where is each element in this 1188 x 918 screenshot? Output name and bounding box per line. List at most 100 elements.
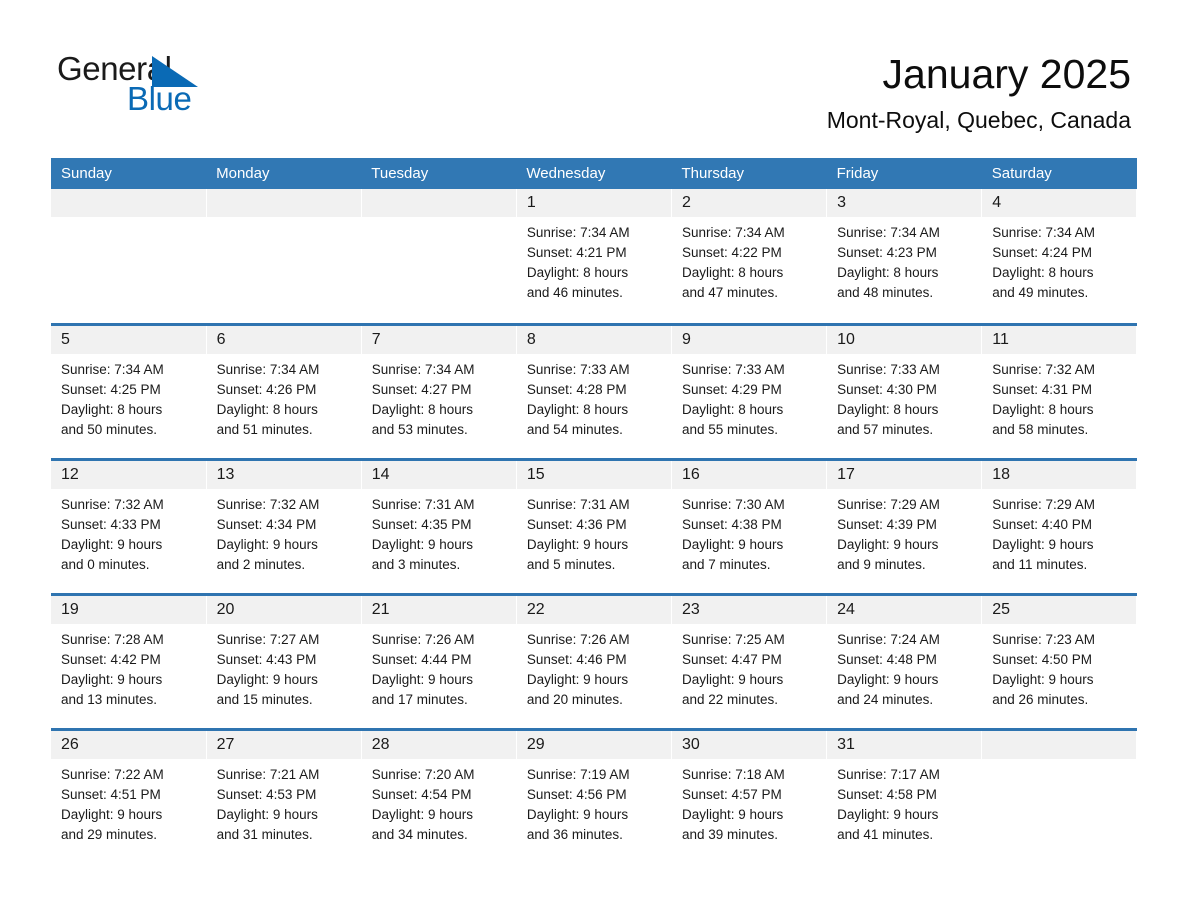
calendar-day-cell[interactable]: 1 Sunrise: 7:34 AM Sunset: 4:21 PM Daylight… <box>516 189 673 324</box>
sunset-text: Sunset: 4:54 PM <box>371 786 472 802</box>
day-number: 31 <box>827 730 982 759</box>
calendar-day-cell[interactable]: 23 Sunrise: 7:25 AM Sunset: 4:47 PM Dayligh… <box>671 592 828 729</box>
daylight-text-line2: and 57 minutes. <box>837 421 934 437</box>
day-details: Sunrise: 7:26 AM Sunset: 4:44 PM Daylight:… <box>362 624 516 710</box>
daylight-text-line1: Daylight: 9 hours <box>371 671 474 687</box>
daylight-text-line2: and 47 minutes. <box>682 285 779 300</box>
daylight-text-line1: Daylight: 9 hours <box>371 536 474 552</box>
calendar-header-row: Sunday Monday Tuesday Wednesday Thursday… <box>51 158 1137 189</box>
calendar-day-cell[interactable]: 3 Sunrise: 7:34 AM Sunset: 4:23 PM Daylight… <box>826 189 983 324</box>
calendar-empty-cell <box>51 189 207 324</box>
day-details: Sunrise: 7:34 AM Sunset: 4:25 PM Daylight:… <box>51 354 206 440</box>
calendar-day-cell[interactable]: 15 Sunrise: 7:31 AM Sunset: 4:36 PM Dayligh… <box>516 457 673 594</box>
calendar-week-row: 12 Sunrise: 7:32 AM Sunset: 4:33 PM Dayligh… <box>51 457 1138 594</box>
page-title: January 2025 <box>882 51 1131 97</box>
sunset-text: Sunset: 4:58 PM <box>837 786 937 802</box>
sunset-text: Sunset: 4:51 PM <box>61 786 161 802</box>
day-number: 20 <box>206 595 361 624</box>
calendar-empty-cell <box>361 189 517 324</box>
sunset-text: Sunset: 4:24 PM <box>992 245 1093 260</box>
day-details: Sunrise: 7:34 AM Sunset: 4:24 PM Daylight:… <box>982 217 1136 303</box>
calendar-day-cell[interactable]: 25 Sunrise: 7:23 AM Sunset: 4:50 PM Dayligh… <box>981 592 1138 729</box>
logo-text-blue: Blue <box>127 80 192 117</box>
day-number: 16 <box>672 460 827 489</box>
day-number: 22 <box>516 595 671 624</box>
sunrise-text: Sunrise: 7:33 AM <box>526 361 630 377</box>
day-number: 25 <box>982 595 1137 624</box>
calendar-day-cell[interactable]: 19 Sunrise: 7:28 AM Sunset: 4:42 PM Dayligh… <box>51 592 207 729</box>
calendar-day-cell[interactable]: 17 Sunrise: 7:29 AM Sunset: 4:39 PM Dayligh… <box>826 457 983 594</box>
daylight-text-line2: and 13 minutes. <box>61 691 158 707</box>
day-details: Sunrise: 7:32 AM Sunset: 4:31 PM Daylight:… <box>982 354 1136 440</box>
day-details: Sunrise: 7:33 AM Sunset: 4:29 PM Daylight:… <box>672 354 826 440</box>
calendar-day-cell[interactable]: 31 Sunrise: 7:17 AM Sunset: 4:58 PM Dayligh… <box>826 727 983 864</box>
calendar-day-cell[interactable]: 7 Sunrise: 7:34 AM Sunset: 4:27 PM Daylight… <box>361 322 517 459</box>
sunset-text: Sunset: 4:25 PM <box>61 381 161 397</box>
sunset-text: Sunset: 4:53 PM <box>216 786 317 802</box>
sunset-text: Sunset: 4:26 PM <box>216 381 317 397</box>
calendar-day-cell[interactable]: 22 Sunrise: 7:26 AM Sunset: 4:46 PM Dayligh… <box>516 592 673 729</box>
day-number: 10 <box>827 325 982 354</box>
daylight-text-line2: and 20 minutes. <box>526 691 623 707</box>
calendar-day-cell[interactable]: 29 Sunrise: 7:19 AM Sunset: 4:56 PM Dayligh… <box>516 727 673 864</box>
sunrise-text: Sunrise: 7:29 AM <box>837 496 940 512</box>
sunrise-text: Sunrise: 7:32 AM <box>216 496 320 512</box>
daylight-text-line2: and 11 minutes. <box>992 556 1088 572</box>
calendar-day-cell[interactable]: 13 Sunrise: 7:32 AM Sunset: 4:34 PM Dayligh… <box>206 457 362 594</box>
daylight-text-line2: and 29 minutes. <box>61 826 158 842</box>
calendar-day-cell[interactable]: 11 Sunrise: 7:32 AM Sunset: 4:31 PM Dayligh… <box>981 322 1138 459</box>
day-number: 15 <box>516 460 671 489</box>
calendar-day-cell[interactable]: 28 Sunrise: 7:20 AM Sunset: 4:54 PM Dayligh… <box>361 727 517 864</box>
calendar-day-cell[interactable]: 5 Sunrise: 7:34 AM Sunset: 4:25 PM Daylight… <box>51 322 207 459</box>
sunrise-text: Sunrise: 7:26 AM <box>371 631 475 647</box>
calendar-day-cell[interactable]: 10 Sunrise: 7:33 AM Sunset: 4:30 PM Dayligh… <box>826 322 983 459</box>
sunset-text: Sunset: 4:22 PM <box>682 245 782 260</box>
day-details: Sunrise: 7:31 AM Sunset: 4:36 PM Daylight:… <box>517 489 671 575</box>
calendar-day-cell[interactable]: 21 Sunrise: 7:26 AM Sunset: 4:44 PM Dayligh… <box>361 592 517 729</box>
day-details: Sunrise: 7:26 AM Sunset: 4:46 PM Daylight:… <box>517 624 671 710</box>
weekday-header-monday: Monday <box>206 158 362 189</box>
sunrise-text: Sunrise: 7:33 AM <box>837 361 940 377</box>
calendar-day-cell[interactable]: 9 Sunrise: 7:33 AM Sunset: 4:29 PM Daylight… <box>671 322 828 459</box>
sunrise-text: Sunrise: 7:34 AM <box>682 225 785 240</box>
day-number: 28 <box>361 730 516 759</box>
sunrise-text: Sunrise: 7:32 AM <box>61 496 164 512</box>
calendar-day-cell[interactable]: 16 Sunrise: 7:30 AM Sunset: 4:38 PM Dayligh… <box>671 457 828 594</box>
day-number: 2 <box>672 189 827 217</box>
daylight-text-line2: and 2 minutes. <box>216 556 306 572</box>
general-blue-logo[interactable]: General Blue <box>57 50 317 130</box>
daylight-text-line2: and 0 minutes. <box>61 556 150 572</box>
day-number: 29 <box>516 730 671 759</box>
calendar-day-cell[interactable]: 30 Sunrise: 7:18 AM Sunset: 4:57 PM Dayligh… <box>671 727 828 864</box>
daylight-text-line1: Daylight: 8 hours <box>61 401 163 417</box>
day-number: 14 <box>361 460 516 489</box>
calendar-day-cell[interactable]: 2 Sunrise: 7:34 AM Sunset: 4:22 PM Daylight… <box>671 189 828 324</box>
daylight-text-line1: Daylight: 9 hours <box>216 806 318 822</box>
sunset-text: Sunset: 4:43 PM <box>216 651 317 667</box>
sunrise-text: Sunrise: 7:34 AM <box>992 225 1096 240</box>
day-details: Sunrise: 7:22 AM Sunset: 4:51 PM Daylight:… <box>51 759 206 845</box>
sunrise-text: Sunrise: 7:21 AM <box>216 766 320 782</box>
calendar-day-cell[interactable]: 20 Sunrise: 7:27 AM Sunset: 4:43 PM Dayligh… <box>206 592 362 729</box>
sunset-text: Sunset: 4:35 PM <box>371 516 472 532</box>
calendar-day-cell[interactable]: 8 Sunrise: 7:33 AM Sunset: 4:28 PM Daylight… <box>516 322 673 459</box>
calendar-day-cell[interactable]: 4 Sunrise: 7:34 AM Sunset: 4:24 PM Daylight… <box>981 189 1138 324</box>
calendar-day-cell[interactable]: 27 Sunrise: 7:21 AM Sunset: 4:53 PM Dayligh… <box>206 727 362 864</box>
daylight-text-line1: Daylight: 9 hours <box>526 806 629 822</box>
daylight-text-line1: Daylight: 9 hours <box>61 671 163 687</box>
sunset-text: Sunset: 4:40 PM <box>992 516 1093 532</box>
calendar-day-cell[interactable]: 18 Sunrise: 7:29 AM Sunset: 4:40 PM Dayligh… <box>981 457 1138 594</box>
day-number <box>206 189 361 217</box>
day-number <box>51 189 206 217</box>
calendar-day-cell[interactable]: 14 Sunrise: 7:31 AM Sunset: 4:35 PM Dayligh… <box>361 457 517 594</box>
calendar-day-cell[interactable]: 26 Sunrise: 7:22 AM Sunset: 4:51 PM Dayligh… <box>51 727 207 864</box>
daylight-text-line1: Daylight: 9 hours <box>837 806 939 822</box>
sunset-text: Sunset: 4:28 PM <box>526 381 627 397</box>
sunset-text: Sunset: 4:46 PM <box>526 651 627 667</box>
daylight-text-line1: Daylight: 8 hours <box>526 401 629 417</box>
daylight-text-line1: Daylight: 9 hours <box>526 671 629 687</box>
calendar-day-cell[interactable]: 12 Sunrise: 7:32 AM Sunset: 4:33 PM Dayligh… <box>51 457 207 594</box>
calendar-day-cell[interactable]: 6 Sunrise: 7:34 AM Sunset: 4:26 PM Daylight… <box>206 322 362 459</box>
sunset-text: Sunset: 4:48 PM <box>837 651 937 667</box>
calendar-day-cell[interactable]: 24 Sunrise: 7:24 AM Sunset: 4:48 PM Dayligh… <box>826 592 983 729</box>
